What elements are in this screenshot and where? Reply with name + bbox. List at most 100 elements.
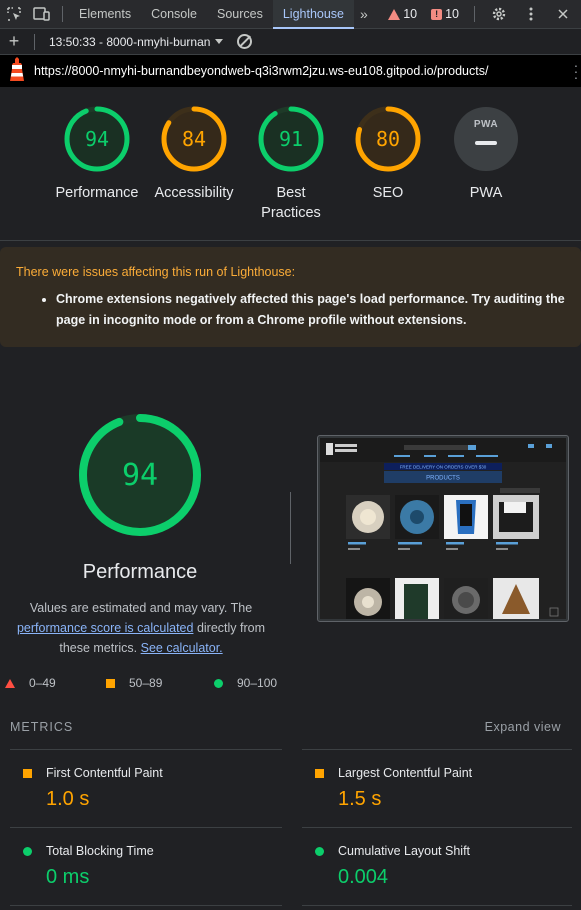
performance-gauge: 94 (78, 413, 202, 537)
metrics-header: METRICS Expand view (10, 720, 561, 734)
desc-text: Values are estimated and may vary. The (29, 601, 253, 615)
gauge-ring: 94 (63, 105, 131, 173)
gauge-ring: 91 (257, 105, 325, 173)
kebab-menu-icon[interactable] (517, 0, 545, 29)
lighthouse-logo-icon (0, 55, 34, 87)
gauge-score: 91 (278, 127, 304, 151)
score-legend: 0–49 50–89 90–100 (0, 676, 290, 692)
warnings-count: 10 (403, 7, 418, 21)
performance-description: Values are estimated and may vary. The p… (2, 598, 280, 658)
tab-separator (62, 6, 63, 22)
warnings-list: Chrome extensions negatively affected th… (16, 289, 565, 331)
performance-title: Performance (82, 561, 198, 583)
gauge-label: Performance (55, 185, 139, 201)
metric-label: Total Blocking Time (46, 844, 154, 858)
devtools-tab-bar: Elements Console Sources Lighthouse » 10… (0, 0, 581, 29)
inspect-element-icon[interactable] (0, 0, 28, 29)
gauge-ring: 84 (160, 105, 228, 173)
report-select[interactable]: 13:50:33 - 8000-nmyhi-burnan (41, 34, 224, 49)
chevron-down-icon (215, 39, 224, 44)
metric-value: 1.0 s (46, 788, 90, 810)
see-calculator-link[interactable]: See calculator. (141, 641, 223, 655)
metric-divider (10, 905, 282, 906)
run-warnings: There were issues affecting this run of … (0, 247, 581, 347)
score-gauges: 94 Performance 84 Accessibility 91 Best … (0, 87, 581, 241)
clear-reports-icon[interactable] (237, 34, 253, 49)
warnings-badge[interactable]: 10 (383, 7, 422, 21)
legend-pass-label: 90–100 (237, 676, 278, 690)
legend-fail-label: 0–49 (29, 676, 56, 690)
pwa-badge-text: PWA (473, 119, 499, 130)
metric-divider (10, 749, 282, 750)
fail-triangle-icon (5, 678, 15, 688)
legend-average-label: 50–89 (129, 676, 163, 690)
expand-view-toggle[interactable]: Expand view (485, 720, 561, 734)
errors-badge[interactable]: ! 10 (426, 7, 464, 21)
gauge-label: SEO (372, 185, 404, 201)
report-menu-icon[interactable]: · · · (571, 58, 581, 84)
pwa-badge-icon: PWA (454, 107, 518, 171)
metric-divider (302, 749, 572, 750)
metric-value: 1.5 s (338, 788, 382, 810)
metric-label: First Contentful Paint (46, 766, 163, 780)
report-url[interactable]: https://8000-nmyhi-burnandbeyondweb-q3i3… (34, 64, 488, 78)
gauge-label: Accessibility (154, 185, 234, 201)
metric-divider (302, 827, 572, 828)
report-url-bar: https://8000-nmyhi-burnandbeyondweb-q3i3… (0, 55, 581, 87)
gauge-performance[interactable]: 94 Performance (47, 105, 147, 203)
gauge-best-practices[interactable]: 91 Best Practices (241, 105, 341, 223)
metric-value: 0.004 (338, 866, 389, 888)
metric-total-blocking-time: Total Blocking Time 0 ms (8, 844, 268, 889)
pwa-dash (475, 141, 497, 145)
gauge-ring: 80 (354, 105, 422, 173)
metrics-title: METRICS (10, 720, 74, 734)
gauge-pwa[interactable]: PWA PWA (436, 105, 536, 203)
score-calculated-link[interactable]: performance score is calculated (17, 621, 193, 635)
warning-icon (388, 8, 401, 20)
gear-icon[interactable] (485, 0, 513, 29)
legend-fail: 0–49 (5, 676, 56, 690)
thumb-heading: PRODUCTS (426, 476, 460, 482)
close-icon[interactable] (549, 0, 577, 29)
gauge-label: PWA (469, 185, 503, 201)
metric-largest-contentful-paint: Largest Contentful Paint 1.5 s (300, 766, 560, 811)
new-report-icon[interactable]: + (0, 31, 28, 52)
toolbar-separator (34, 33, 35, 50)
lighthouse-toolbar: + 13:50:33 - 8000-nmyhi-burnan (0, 29, 581, 55)
screenshot-image: FREE DELIVERY ON ORDERS OVER $30 PRODUCT… (320, 438, 566, 619)
vertical-divider (290, 492, 291, 564)
average-square-icon (23, 768, 32, 778)
metric-divider (302, 905, 572, 906)
tab-separator (474, 6, 475, 22)
tab-console[interactable]: Console (141, 0, 207, 29)
gauge-seo[interactable]: 80 SEO (338, 105, 438, 203)
gauge-score: 80 (375, 127, 401, 151)
gauge-score: 94 (84, 127, 110, 151)
warning-item: Chrome extensions negatively affected th… (56, 289, 565, 331)
metric-divider (10, 827, 282, 828)
pass-circle-icon (214, 678, 223, 688)
pass-circle-icon (23, 846, 32, 856)
legend-average: 50–89 (106, 676, 162, 690)
gauge-accessibility[interactable]: 84 Accessibility (144, 105, 244, 203)
pass-circle-icon (315, 846, 324, 856)
metric-cumulative-layout-shift: Cumulative Layout Shift 0.004 (300, 844, 560, 889)
metric-label: Largest Contentful Paint (338, 766, 473, 780)
gauge-label: Best Practices (261, 185, 321, 221)
warnings-title: There were issues affecting this run of … (16, 265, 296, 279)
error-icon: ! (431, 8, 443, 20)
errors-count: 10 (445, 7, 459, 21)
tab-lighthouse[interactable]: Lighthouse (272, 0, 355, 29)
performance-score: 94 (121, 457, 159, 493)
final-screenshot[interactable]: FREE DELIVERY ON ORDERS OVER $30 PRODUCT… (317, 435, 569, 622)
more-tabs-icon[interactable]: » (354, 6, 374, 22)
tab-elements[interactable]: Elements (69, 0, 141, 29)
tab-sources[interactable]: Sources (207, 0, 273, 29)
legend-pass: 90–100 (214, 676, 277, 690)
report-select-label: 13:50:33 - 8000-nmyhi-burnan (49, 34, 211, 49)
average-square-icon (106, 678, 115, 688)
gauge-score: 84 (181, 127, 207, 151)
device-toolbar-icon[interactable] (28, 0, 56, 29)
metric-label: Cumulative Layout Shift (338, 844, 471, 858)
metric-value: 0 ms (46, 866, 90, 888)
